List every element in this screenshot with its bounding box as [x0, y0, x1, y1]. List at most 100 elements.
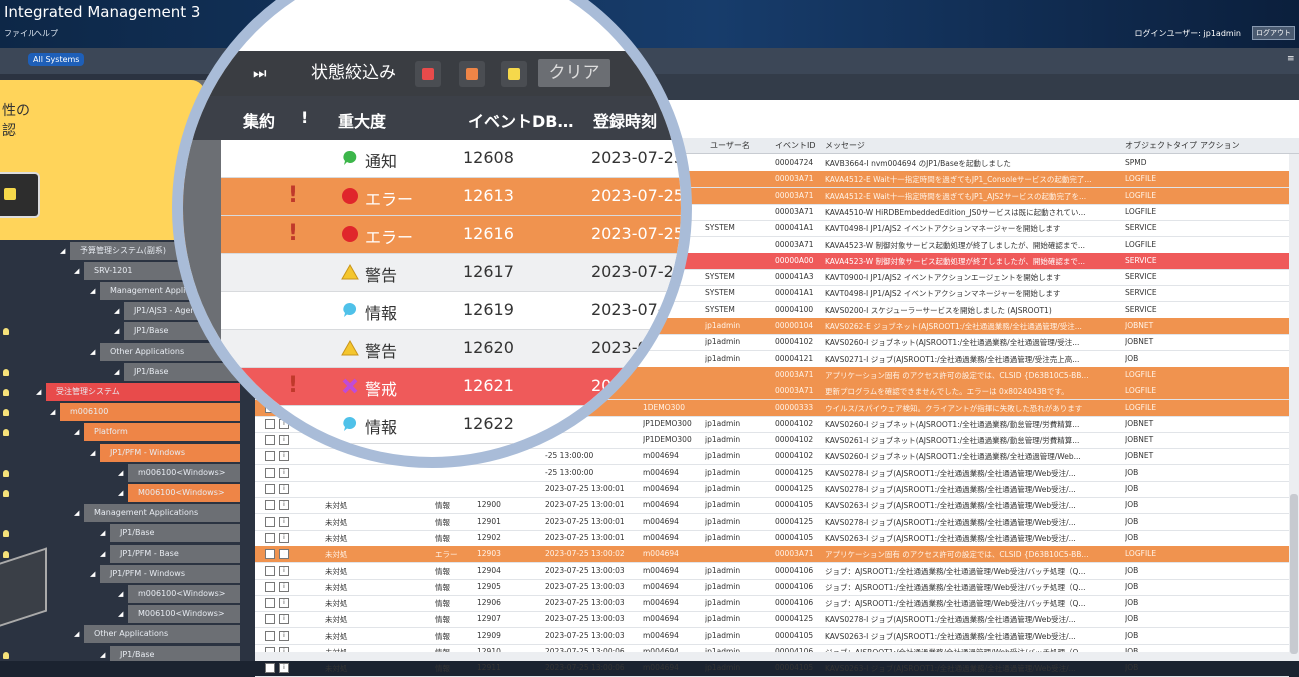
row-checkbox[interactable] [265, 614, 275, 625]
expand-caret-icon[interactable]: ◢ [100, 651, 105, 659]
expand-caret-icon[interactable]: ◢ [74, 630, 79, 638]
menu-help[interactable]: ヘルプ [34, 28, 58, 39]
expand-caret-icon[interactable]: ◢ [60, 247, 65, 255]
row-checkbox[interactable] [265, 598, 275, 609]
table-row[interactable]: i 未対処 情報 12902 2023-07-25 13:00:01 m004694 jp1… [255, 530, 1289, 547]
tree-node[interactable]: Management Applications [84, 504, 240, 523]
table-row[interactable]: i 未対処 情報 12901 2023-07-25 13:00:01 m004694 jp1… [255, 514, 1289, 531]
menu-file[interactable]: ファイル [4, 28, 36, 39]
all-systems-button[interactable]: All Systems [28, 53, 85, 66]
expand-caret-icon[interactable]: ◢ [90, 449, 95, 457]
row-checkbox[interactable] [265, 532, 275, 543]
info-icon[interactable]: i [279, 532, 289, 543]
table-row[interactable]: i 未対処 情報 12900 2023-07-25 13:00:01 m004694 jp1… [255, 497, 1289, 515]
row-checkbox[interactable] [265, 581, 275, 592]
info-icon[interactable]: i [279, 614, 289, 625]
zoomed-event-row[interactable]: ▼!エラー126162023-07-25 [183, 216, 684, 254]
horizontal-scrollbar[interactable] [255, 652, 1289, 661]
expand-caret-icon[interactable]: ◢ [90, 287, 95, 295]
column-header-severity[interactable]: 重大度 [338, 108, 386, 132]
zoomed-event-row[interactable]: ! 警戒 12621 2023-07-2 [183, 368, 681, 406]
orange-filter-button[interactable] [459, 61, 485, 87]
tree-node[interactable]: Other Applications [84, 625, 240, 644]
tree-node[interactable]: JP1/Base [110, 645, 240, 661]
scroll-thumb[interactable] [1290, 494, 1298, 654]
table-row[interactable]: i 未対処 情報 12906 2023-07-25 13:00:03 m004694 jp1… [255, 595, 1289, 613]
table-row[interactable]: i 未対処 情報 12909 2023-07-25 13:00:03 m004694 jp1… [255, 628, 1289, 645]
tree-node[interactable]: m006100<Windows> [128, 585, 240, 603]
expand-caret-icon[interactable]: ◢ [100, 550, 105, 558]
column-header-event-db[interactable]: イベントDB… [468, 108, 573, 132]
expand-caret-icon[interactable]: ◢ [114, 327, 119, 335]
row-checkbox[interactable] [265, 565, 275, 576]
vertical-scrollbar[interactable] [1289, 154, 1299, 661]
expand-caret-icon[interactable]: ◢ [74, 428, 79, 436]
column-header-message[interactable]: メッセージ [825, 140, 865, 151]
info-icon[interactable]: i [279, 500, 289, 511]
expand-caret-icon[interactable]: ◢ [118, 610, 123, 618]
table-row[interactable]: i 未対処 エラー 12903 2023-07-25 13:00:02 m004694 00… [255, 546, 1289, 564]
expand-caret-icon[interactable]: ◢ [90, 570, 95, 578]
row-checkbox[interactable] [265, 663, 275, 674]
info-icon[interactable]: i [279, 598, 289, 609]
info-icon[interactable]: i [279, 484, 289, 494]
table-row[interactable]: i 未対処 情報 12911 2023-07-25 13:00:06 m004694 jp1… [255, 660, 1289, 677]
table-row[interactable]: i -25 13:00:00 m004694 jp1admin 00004125 KAVS… [255, 465, 1289, 482]
info-icon[interactable]: i [279, 565, 289, 576]
zoomed-event-row[interactable]: ▼警告126172023-07-25 [183, 254, 681, 292]
tree-node[interactable]: M006100<Windows> [128, 484, 240, 502]
zoomed-event-row[interactable]: 情報 12619 2023-07-25 [183, 292, 681, 330]
expand-caret-icon[interactable]: ◢ [118, 489, 123, 497]
info-icon[interactable]: i [279, 516, 289, 527]
column-header-event-id[interactable]: イベントID [775, 140, 816, 151]
column-header-registered-time[interactable]: 登録時刻 [593, 108, 657, 132]
zoomed-cell-time: 2023-07-25 [591, 224, 684, 243]
expand-caret-icon[interactable]: ◢ [36, 388, 41, 396]
logout-button[interactable]: ログアウト [1252, 26, 1295, 40]
table-row[interactable]: i 未対処 情報 12907 2023-07-25 13:00:03 m004694 jp1… [255, 611, 1289, 629]
column-header-object-type[interactable]: オブジェクトタイプ [1125, 140, 1197, 151]
info-icon[interactable]: i [279, 467, 289, 478]
info-icon[interactable]: i [279, 581, 289, 592]
table-row[interactable]: i 2023-07-25 13:00:01 m004694 jp1admin 00004… [255, 481, 1289, 498]
row-checkbox[interactable] [265, 516, 275, 527]
column-header-summary[interactable]: 集約 [243, 108, 275, 132]
red-filter-button[interactable] [415, 61, 441, 87]
tree-node[interactable]: JP1/PFM - Windows [100, 564, 240, 583]
table-row[interactable]: i 未対処 情報 12905 2023-07-25 13:00:03 m004694 jp1… [255, 579, 1289, 596]
expand-caret-icon[interactable]: ◢ [74, 509, 79, 517]
info-icon[interactable]: i [279, 663, 289, 674]
info-icon[interactable]: i [279, 549, 289, 560]
column-header-action[interactable]: アクション [1200, 140, 1240, 151]
row-checkbox[interactable] [265, 467, 275, 478]
expand-caret-icon[interactable]: ◢ [74, 267, 79, 275]
expand-caret-icon[interactable]: ◢ [90, 348, 95, 356]
table-row[interactable]: i 未対処 情報 12904 2023-07-25 13:00:03 m004694 jp1… [255, 563, 1289, 580]
expand-caret-icon[interactable]: ◢ [114, 368, 119, 376]
clear-button[interactable]: クリア [538, 59, 610, 87]
zoomed-event-row[interactable]: ▼警告126202023-07-25 [183, 330, 681, 368]
zoomed-event-row[interactable]: 情報 12622 2023-0 [183, 406, 681, 444]
tree-node[interactable]: JP1/PFM - Base [110, 544, 240, 563]
row-checkbox[interactable] [265, 484, 275, 494]
column-header-user[interactable]: ユーザー名 [710, 140, 750, 151]
expand-caret-icon[interactable]: ◢ [50, 408, 55, 416]
expand-caret-icon[interactable]: ◢ [118, 590, 123, 598]
tree-node[interactable]: JP1/Base [110, 524, 240, 543]
zoomed-event-row[interactable]: ▼通知126082023-07-25 [183, 140, 681, 178]
row-checkbox[interactable] [265, 549, 275, 560]
column-header-flag[interactable]: ! [301, 108, 308, 127]
yellow-filter-button[interactable] [501, 61, 527, 87]
zoomed-column-header: 集約 ! 重大度 イベントDB… 登録時刻 [183, 96, 681, 140]
info-icon[interactable]: i [279, 630, 289, 641]
row-checkbox[interactable] [265, 630, 275, 641]
tree-node[interactable]: m006100<Windows> [128, 463, 240, 482]
skip-forward-icon[interactable]: ⏭ [253, 59, 267, 87]
expand-caret-icon[interactable]: ◢ [100, 529, 105, 537]
tree-node[interactable]: M006100<Windows> [128, 605, 240, 624]
row-checkbox[interactable] [265, 500, 275, 511]
zoomed-event-row[interactable]: ▼!エラー126132023-07-25 [183, 178, 681, 216]
hamburger-menu-icon[interactable]: ≡ [1287, 55, 1297, 64]
expand-caret-icon[interactable]: ◢ [114, 307, 119, 315]
expand-caret-icon[interactable]: ◢ [118, 469, 123, 477]
